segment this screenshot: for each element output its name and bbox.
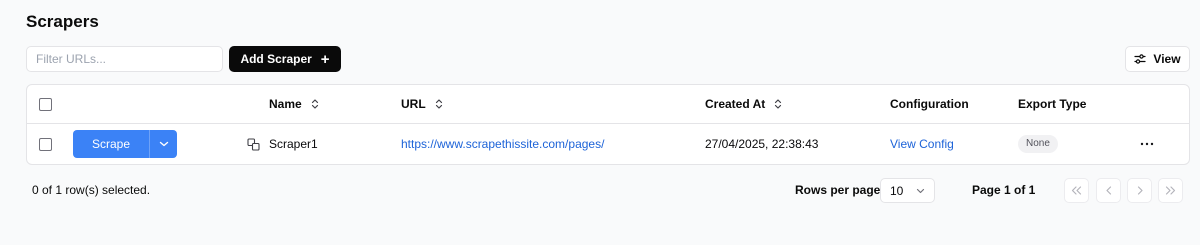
copy-icon[interactable]: [247, 137, 260, 151]
scrape-button-group: Scrape: [73, 130, 177, 158]
rows-per-page-select[interactable]: 10: [880, 178, 935, 203]
add-scraper-label: Add Scraper: [240, 52, 312, 66]
scrapers-table: Name URL Created At Configuration Export…: [26, 84, 1190, 165]
sliders-icon: [1134, 53, 1147, 65]
selection-status: 0 of 1 row(s) selected.: [32, 183, 151, 197]
column-header-export-type: Export Type: [1018, 97, 1087, 111]
add-scraper-button[interactable]: Add Scraper +: [229, 46, 341, 72]
rows-per-page-value: 10: [890, 183, 904, 198]
scraper-url-link[interactable]: https://www.scrapethissite.com/pages/: [401, 137, 604, 151]
column-header-created-at[interactable]: Created At: [705, 85, 782, 123]
chevrons-left-icon: [1071, 186, 1082, 195]
scraper-name: Scraper1: [269, 137, 318, 151]
sort-icon: [774, 99, 782, 109]
scrape-button[interactable]: Scrape: [73, 130, 149, 158]
table-row: Scrape Scraper1 https://www.scrapethissi…: [27, 124, 1189, 164]
table-header-row: Name URL Created At Configuration Export…: [27, 85, 1189, 124]
view-options-button[interactable]: View: [1125, 46, 1190, 72]
export-type-badge: None: [1018, 135, 1058, 153]
chevron-left-icon: [1105, 186, 1112, 195]
last-page-button[interactable]: [1158, 178, 1183, 203]
chevrons-right-icon: [1165, 186, 1176, 195]
row-select-checkbox[interactable]: [39, 137, 52, 151]
page-title: Scrapers: [26, 12, 99, 31]
next-page-button[interactable]: [1127, 178, 1152, 203]
created-at-value: 27/04/2025, 22:38:43: [705, 137, 819, 151]
page-info: Page 1 of 1: [972, 183, 1036, 197]
sort-icon: [435, 99, 443, 109]
view-label: View: [1153, 52, 1181, 66]
column-header-name[interactable]: Name: [269, 85, 319, 123]
sort-icon: [311, 99, 319, 109]
more-actions-icon[interactable]: [1140, 142, 1154, 146]
view-config-link[interactable]: View Config: [890, 137, 954, 151]
previous-page-button[interactable]: [1096, 178, 1121, 203]
chevron-down-icon: [159, 141, 169, 147]
filter-urls-input[interactable]: [26, 46, 223, 72]
first-page-button[interactable]: [1064, 178, 1089, 203]
rows-per-page-label: Rows per page: [795, 183, 881, 197]
column-header-url[interactable]: URL: [401, 85, 443, 123]
scrape-dropdown-button[interactable]: [149, 130, 177, 158]
column-header-configuration: Configuration: [890, 97, 969, 111]
select-all-checkbox[interactable]: [39, 97, 52, 111]
chevron-down-icon: [916, 188, 925, 194]
plus-icon: +: [320, 50, 330, 68]
chevron-right-icon: [1137, 186, 1143, 195]
